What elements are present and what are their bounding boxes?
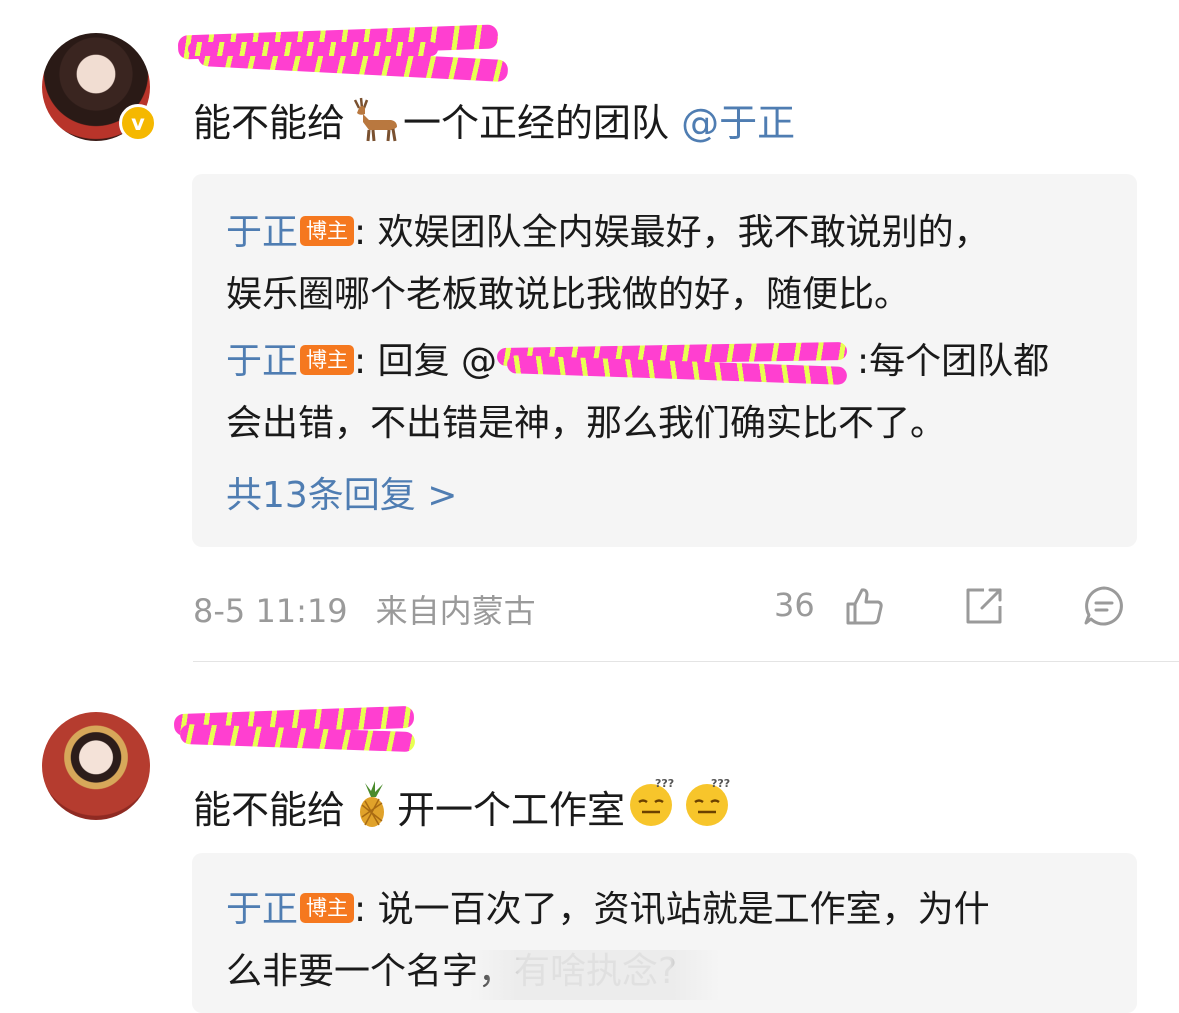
reply-text: : 欢娱团队全内娱最好，我不敢说别的， xyxy=(354,212,990,253)
reply-text: : 回复 @ xyxy=(354,341,498,382)
comment-text-part: 开一个工作室 xyxy=(397,788,626,832)
view-more-replies-link[interactable]: 共13条回复 > xyxy=(226,474,457,518)
reply-text: : 说一百次了，资讯站就是工作室，为什 xyxy=(354,889,990,930)
comment-text: 能不能给 开一个工作室 ??? ??? xyxy=(193,775,737,834)
reply-text: 娱乐圈哪个老板敢说比我做的好，随便比。 xyxy=(226,274,911,315)
reply-2: 于正 博主: 回复 @ :每个团队都 会出错，不出错是神，那么我们确实比不了。 xyxy=(226,331,1107,455)
deer-icon xyxy=(353,97,398,142)
comment-divider xyxy=(193,661,1179,662)
comment-text: 能不能给 一个正经的团队 @于正 xyxy=(193,96,795,147)
author-tag: 博主 xyxy=(300,216,355,246)
author-tag: 博主 xyxy=(300,893,355,923)
comment-text-part: 能不能给 xyxy=(193,101,346,145)
reply-author[interactable]: 于正 xyxy=(226,889,298,930)
verified-badge-icon: v xyxy=(119,104,157,142)
reply-text: 会出错，不出错是神，那么我们确实比不了。 xyxy=(226,403,947,444)
comment-location: 来自内蒙古 xyxy=(375,592,536,630)
comment-text-part: 一个正经的团队 xyxy=(403,101,682,145)
redacted-username xyxy=(177,22,513,83)
thumbs-up-icon[interactable] xyxy=(842,584,886,628)
confused-face-icon: ??? xyxy=(630,777,674,826)
pineapple-icon xyxy=(360,781,385,827)
redacted-username xyxy=(496,341,857,385)
comment-date: 8-5 11:19 xyxy=(193,592,348,630)
reply-text: :每个团队都 xyxy=(857,341,1050,382)
reply-author[interactable]: 于正 xyxy=(226,341,298,382)
redacted-username xyxy=(173,700,424,755)
comment-bubble-icon[interactable] xyxy=(1082,584,1126,628)
reply-author[interactable]: 于正 xyxy=(226,212,298,253)
author-tag: 博主 xyxy=(300,345,355,375)
replies-box: 于正 博主: 欢娱团队全内娱最好，我不敢说别的， 娱乐圈哪个老板敢说比我做的好，随… xyxy=(192,174,1137,547)
confused-face-icon: ??? xyxy=(686,777,730,826)
share-icon[interactable] xyxy=(962,584,1006,628)
comment-meta: 8-5 11:19 来自内蒙古 xyxy=(193,586,536,632)
comment-text-part: 能不能给 xyxy=(193,788,346,832)
like-count: 36 xyxy=(774,586,815,624)
svg-text:???: ??? xyxy=(711,777,730,790)
mention-link[interactable]: @于正 xyxy=(681,101,795,145)
svg-text:???: ??? xyxy=(655,777,674,790)
reply-1: 于正 博主: 欢娱团队全内娱最好，我不敢说别的， 娱乐圈哪个老板敢说比我做的好，随… xyxy=(226,202,1107,326)
avatar[interactable] xyxy=(42,712,150,820)
watermark xyxy=(470,950,720,1000)
